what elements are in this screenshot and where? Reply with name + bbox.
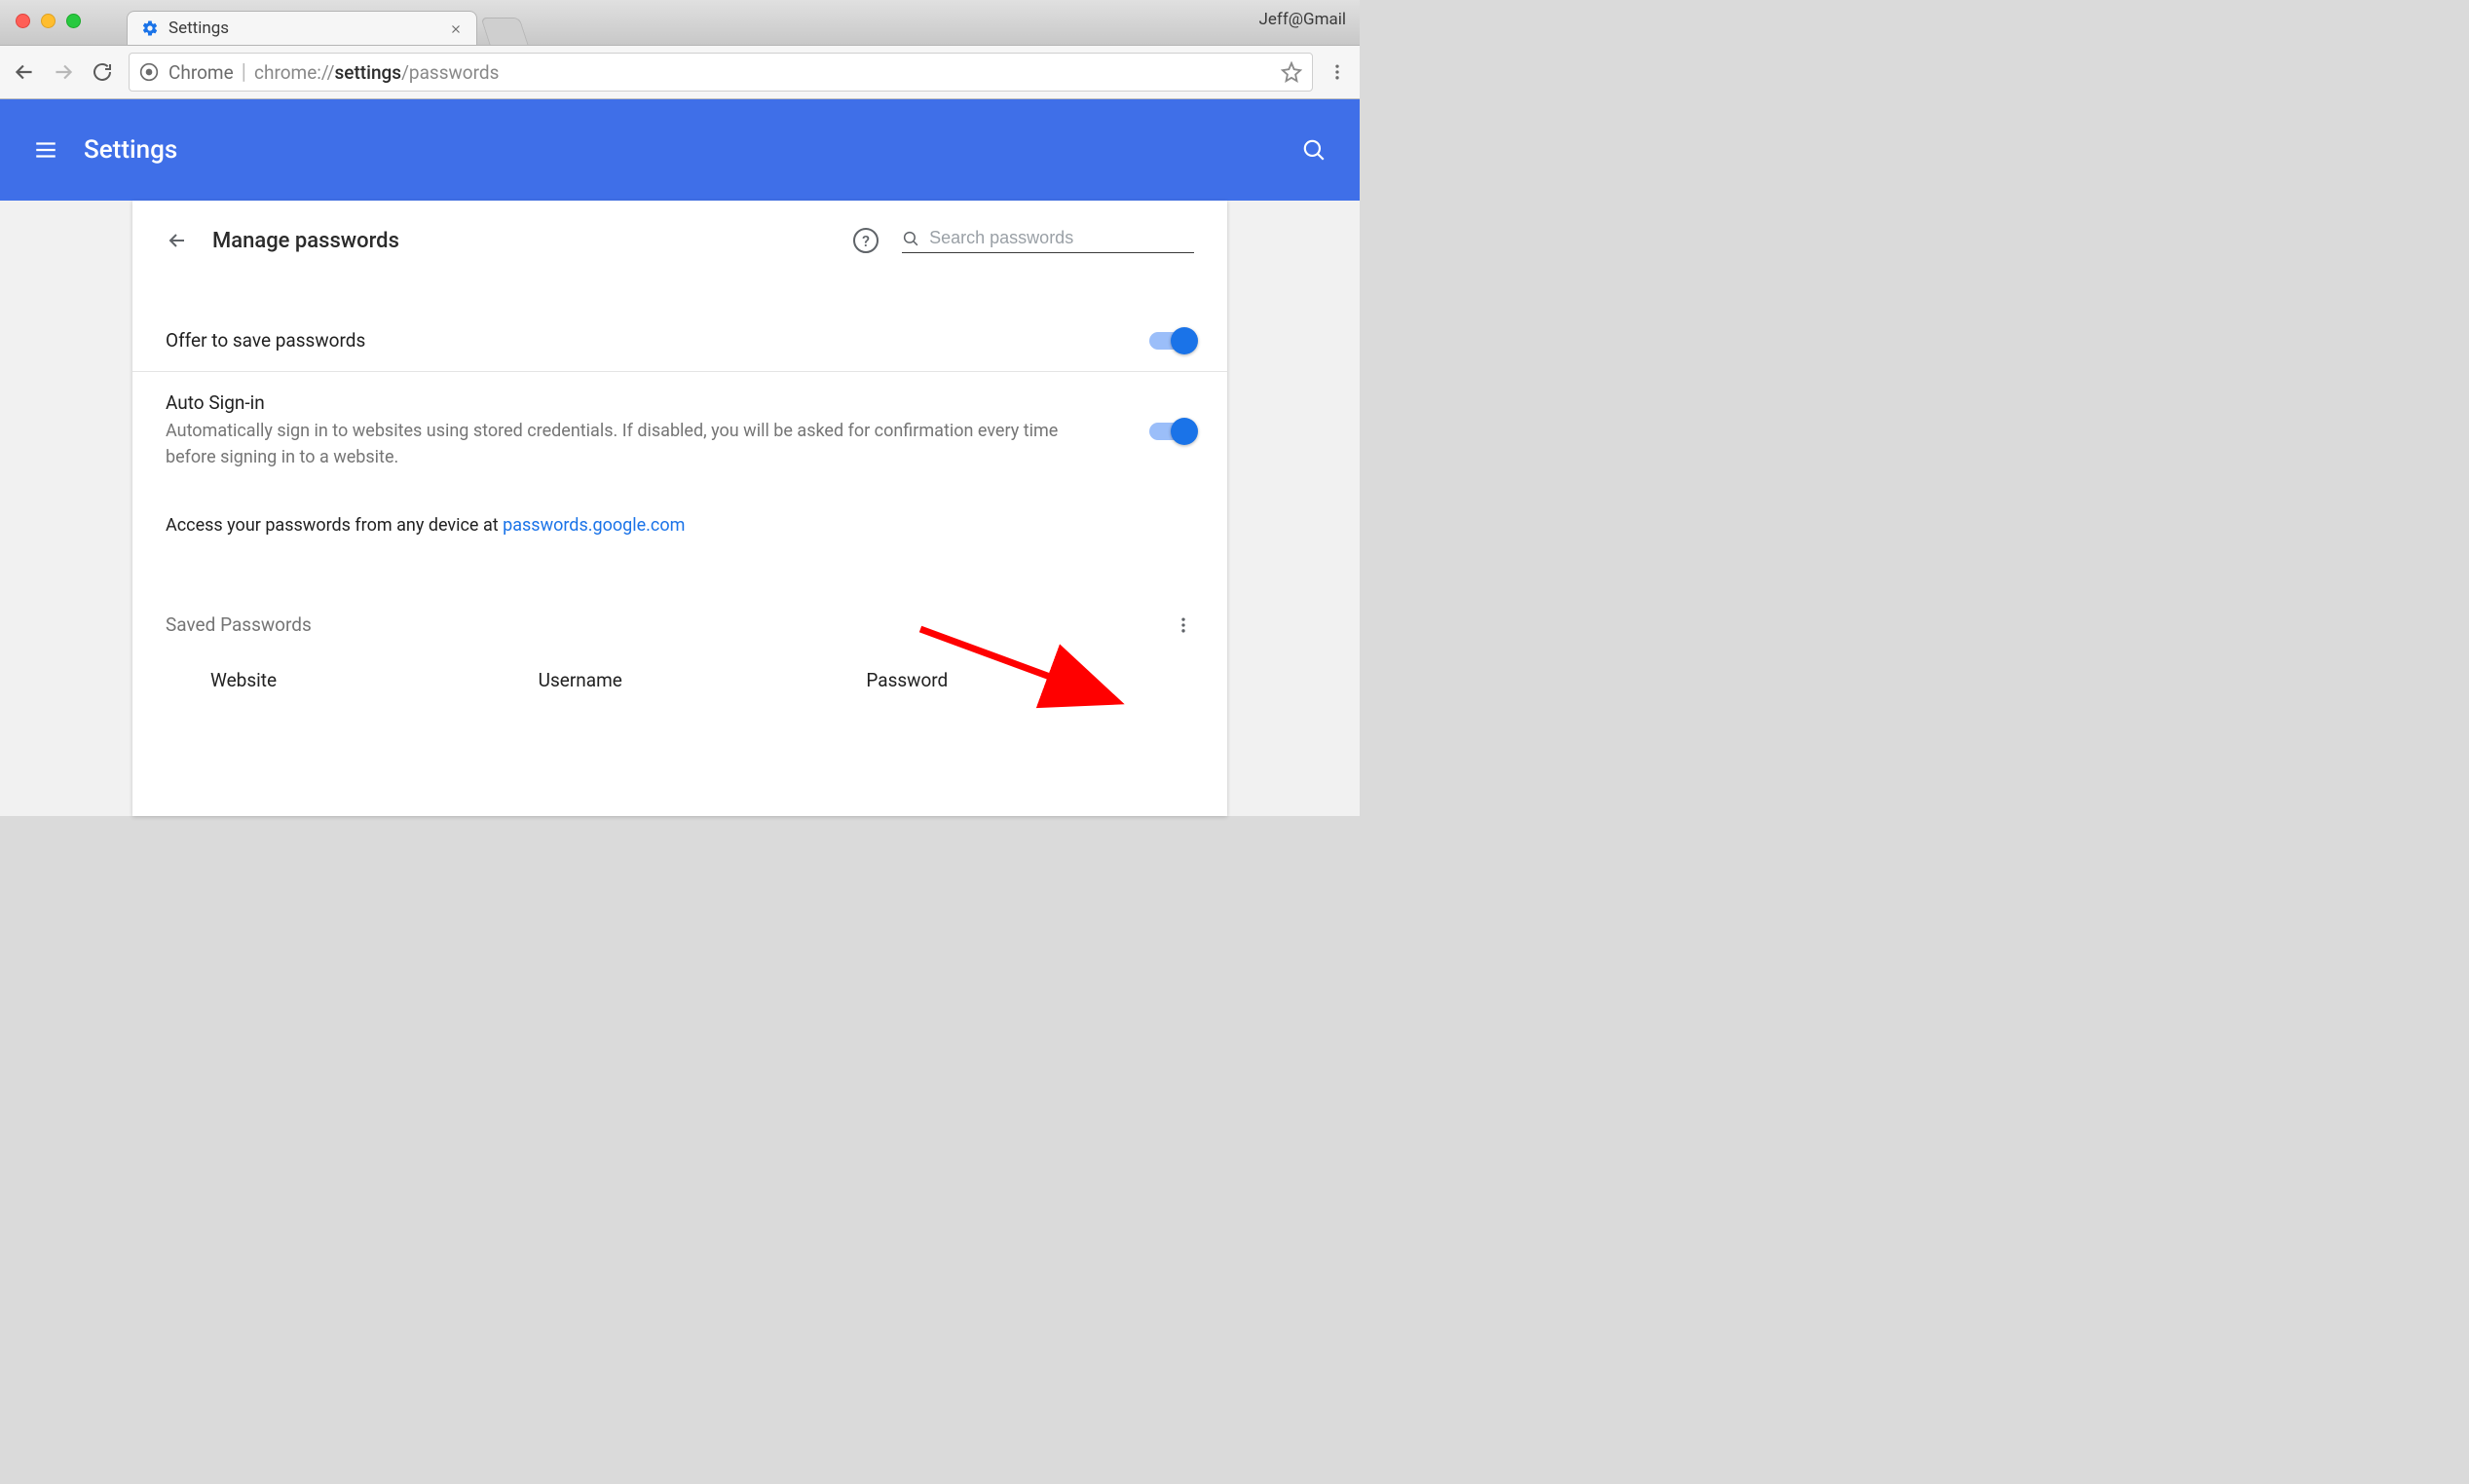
settings-header: Settings — [0, 99, 1360, 201]
gear-icon — [141, 19, 159, 37]
search-icon[interactable] — [1301, 137, 1327, 163]
auto-signin-description: Automatically sign in to websites using … — [166, 418, 1110, 470]
url-scheme-label: Chrome — [168, 61, 234, 84]
saved-passwords-label: Saved Passwords — [166, 613, 1173, 636]
help-icon[interactable]: ? — [853, 228, 879, 253]
password-search-input[interactable] — [929, 228, 1194, 248]
new-tab-button[interactable] — [480, 18, 528, 45]
url-separator: | — [242, 60, 246, 85]
password-table-header: Website Username Password — [132, 646, 1227, 715]
tab-title: Settings — [168, 19, 439, 38]
more-options-icon[interactable] — [1173, 614, 1194, 636]
password-search[interactable] — [902, 228, 1194, 253]
url-text: Chrome | chrome://settings/passwords — [168, 60, 499, 85]
reload-button[interactable] — [90, 59, 115, 85]
search-icon — [902, 229, 919, 248]
passwords-google-link[interactable]: passwords.google.com — [503, 515, 685, 536]
back-arrow-icon[interactable] — [166, 229, 189, 252]
menu-icon[interactable] — [33, 137, 58, 163]
tab-strip: Settings — [127, 0, 524, 45]
address-bar[interactable]: Chrome | chrome://settings/passwords — [129, 53, 1313, 92]
saved-passwords-header: Saved Passwords — [132, 545, 1227, 646]
url-suffix: /passwords — [401, 61, 499, 84]
browser-toolbar: Chrome | chrome://settings/passwords — [0, 45, 1360, 99]
traffic-lights — [16, 14, 81, 28]
offer-save-label: Offer to save passwords — [166, 329, 1110, 352]
column-username: Username — [539, 669, 867, 691]
bookmark-star-icon[interactable] — [1281, 61, 1302, 83]
url-bold: settings — [335, 61, 402, 84]
content-area: Manage passwords ? Offer to save passwor… — [0, 201, 1360, 816]
chrome-icon — [139, 62, 159, 82]
browser-tab[interactable]: Settings — [127, 11, 477, 45]
url-prefix: chrome:// — [254, 61, 334, 84]
maximize-window-button[interactable] — [66, 14, 81, 28]
access-prefix: Access your passwords from any device at — [166, 515, 503, 536]
close-window-button[interactable] — [16, 14, 30, 28]
profile-label[interactable]: Jeff@Gmail — [1259, 10, 1346, 29]
settings-card: Manage passwords ? Offer to save passwor… — [132, 201, 1227, 816]
back-button[interactable] — [12, 59, 37, 85]
auto-signin-label: Auto Sign-in — [166, 391, 1110, 414]
minimize-window-button[interactable] — [41, 14, 56, 28]
settings-header-title: Settings — [84, 135, 177, 165]
access-passwords-text: Access your passwords from any device at… — [132, 490, 1227, 545]
offer-save-toggle[interactable] — [1149, 332, 1194, 350]
auto-signin-toggle[interactable] — [1149, 423, 1194, 440]
offer-save-row: Offer to save passwords — [132, 310, 1227, 372]
column-website: Website — [210, 669, 539, 691]
column-password: Password — [866, 669, 1194, 691]
card-header: Manage passwords ? — [132, 201, 1227, 271]
auto-signin-row: Auto Sign-in Automatically sign in to we… — [132, 372, 1227, 490]
page-title: Manage passwords — [212, 229, 399, 253]
forward-button[interactable] — [51, 59, 76, 85]
window-titlebar: Settings Jeff@Gmail — [0, 0, 1360, 45]
browser-menu-icon[interactable] — [1327, 61, 1348, 83]
close-tab-icon[interactable] — [449, 21, 463, 35]
